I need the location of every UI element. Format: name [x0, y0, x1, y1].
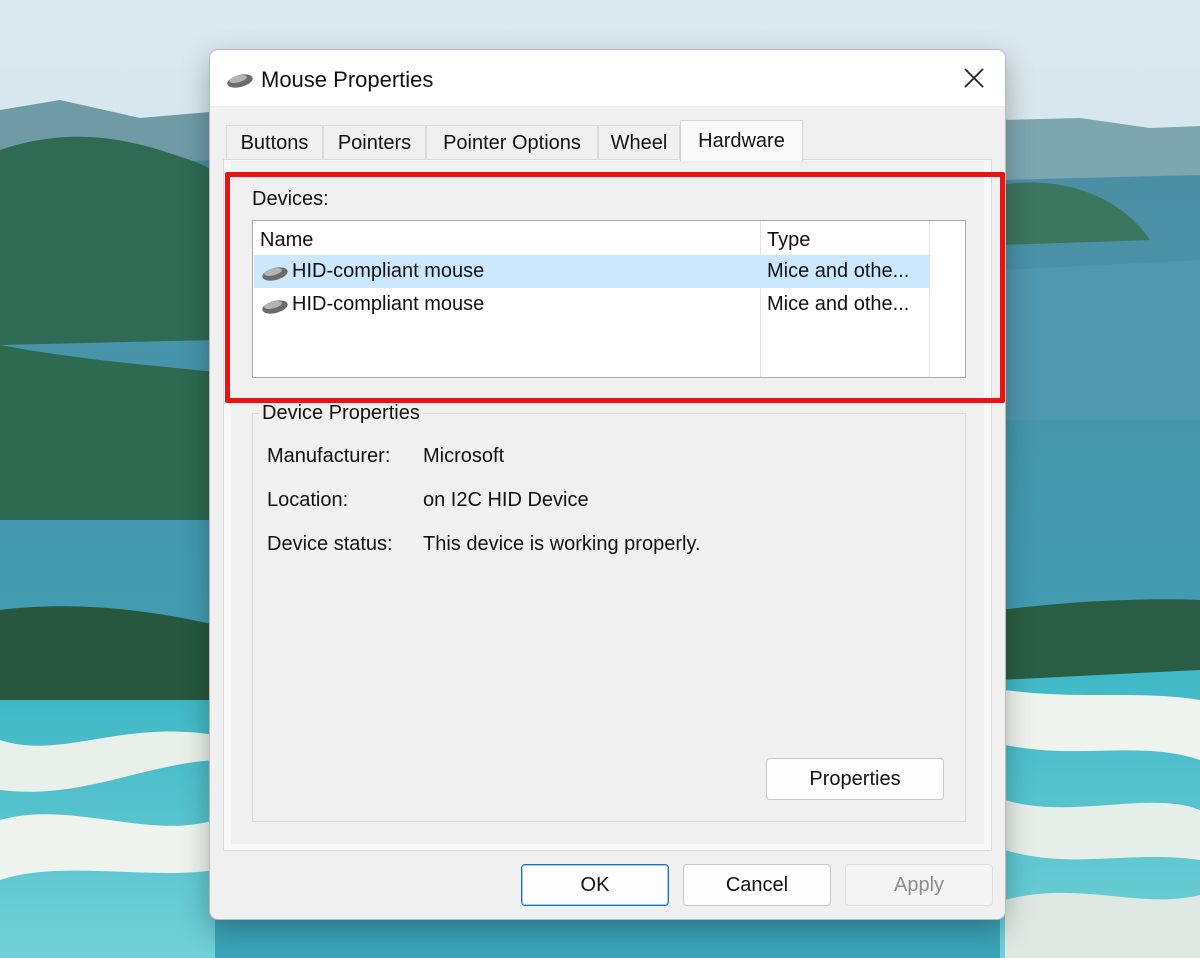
properties-button[interactable]: Properties	[766, 758, 944, 800]
ok-button[interactable]: OK	[521, 864, 669, 906]
cancel-button[interactable]: Cancel	[683, 864, 831, 906]
device-properties-title: Device Properties	[259, 402, 423, 425]
devices-label: Devices:	[252, 188, 329, 210]
close-icon	[964, 68, 984, 88]
window-title: Mouse Properties	[261, 67, 434, 92]
hardware-tab-panel: Devices: Name Type HID-compliant mouse M…	[223, 159, 992, 851]
close-button[interactable]	[943, 50, 1005, 106]
tab-label: Pointers	[337, 131, 412, 154]
device-name: HID-compliant mouse	[292, 293, 485, 315]
manufacturer-label: Manufacturer:	[267, 445, 391, 467]
column-header-type[interactable]: Type	[767, 229, 810, 252]
device-name: HID-compliant mouse	[292, 260, 485, 282]
cancel-button-label: Cancel	[725, 873, 789, 896]
apply-button[interactable]: Apply	[845, 864, 993, 906]
manufacturer-value: Microsoft	[423, 445, 505, 467]
location-label: Location:	[267, 489, 349, 511]
location-value: on I2C HID Device	[423, 489, 589, 511]
tab-buttons[interactable]: Buttons	[226, 125, 323, 160]
properties-button-label: Properties	[809, 767, 901, 790]
mouse-icon	[262, 300, 288, 314]
mouse-icon	[262, 267, 288, 281]
hardware-tab-content: Devices: Name Type HID-compliant mouse M…	[231, 161, 984, 844]
ok-button-label: OK	[580, 873, 610, 896]
device-row[interactable]: HID-compliant mouse Mice and othe...	[254, 288, 929, 321]
tab-label: Wheel	[610, 131, 668, 154]
device-type: Mice and othe...	[767, 293, 910, 315]
mouse-icon	[227, 74, 253, 88]
column-divider	[929, 221, 930, 377]
tab-wheel[interactable]: Wheel	[598, 125, 680, 160]
title-bar: Mouse Properties	[210, 50, 1005, 107]
device-status-value: This device is working properly.	[423, 533, 701, 555]
tab-label: Hardware	[698, 129, 785, 152]
tab-label: Buttons	[240, 131, 309, 154]
devices-list[interactable]: Name Type HID-compliant mouse Mice and o…	[252, 220, 966, 378]
apply-button-label: Apply	[893, 873, 945, 896]
tab-pointers[interactable]: Pointers	[323, 125, 426, 160]
tab-hardware[interactable]: Hardware	[680, 120, 803, 161]
tab-pointer-options[interactable]: Pointer Options	[426, 125, 598, 160]
mouse-properties-dialog: Mouse Properties Buttons Pointers Pointe…	[209, 49, 1006, 920]
device-status-label: Device status:	[267, 533, 393, 555]
device-row[interactable]: HID-compliant mouse Mice and othe...	[254, 255, 929, 288]
column-header-name[interactable]: Name	[260, 229, 313, 252]
device-type: Mice and othe...	[767, 260, 910, 282]
tab-label: Pointer Options	[443, 131, 581, 154]
